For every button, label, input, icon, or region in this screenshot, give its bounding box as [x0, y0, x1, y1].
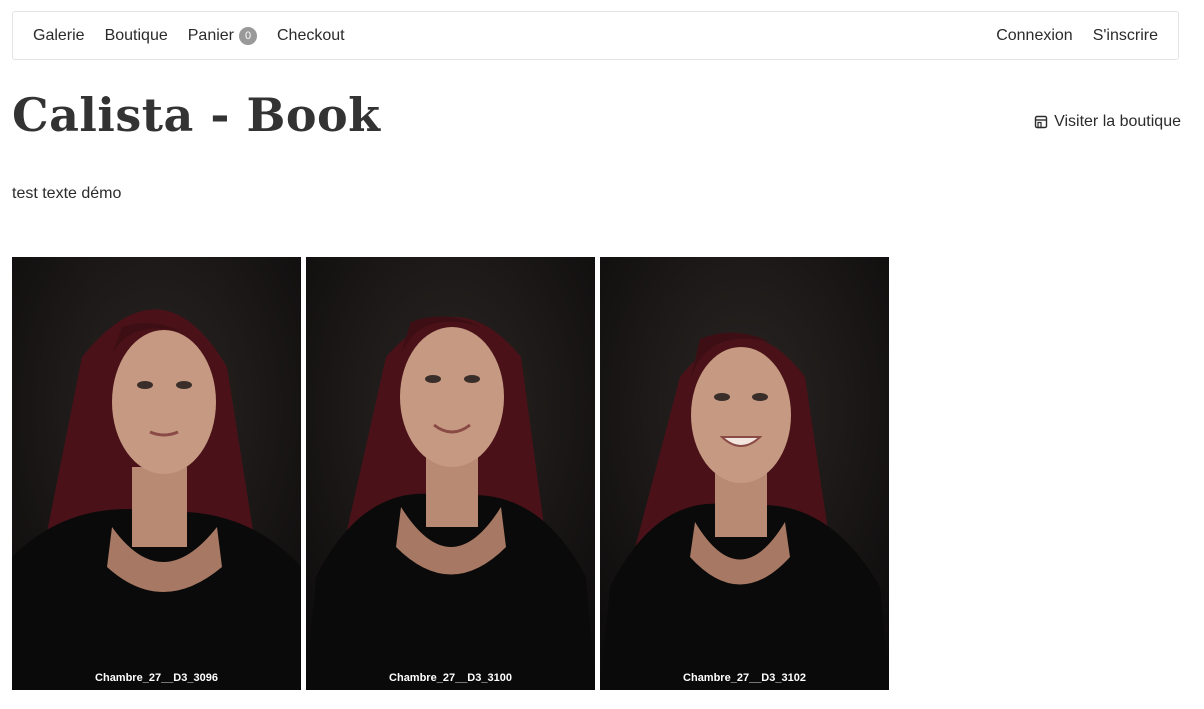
login-link[interactable]: Connexion — [996, 27, 1073, 45]
nav-panier-link[interactable]: Panier 0 — [187, 26, 257, 45]
portrait-photo — [12, 257, 301, 690]
gallery-description: test texte démo — [12, 185, 122, 202]
nav-boutique-link[interactable]: Boutique — [105, 27, 168, 45]
photo-gallery: Chambre_27__D3_3096 Chambre_27__D3_3100 — [12, 257, 894, 690]
portrait-photo — [306, 257, 595, 690]
visit-shop-link[interactable]: Visiter la boutique — [1034, 113, 1181, 131]
nav-checkout-link[interactable]: Checkout — [277, 27, 345, 45]
photo-caption: Chambre_27__D3_3096 — [95, 672, 218, 684]
signup-label: S'inscrire — [1092, 26, 1158, 44]
nav-left-group: Galerie Boutique Panier 0 Checkout — [33, 26, 365, 45]
top-navbar: Galerie Boutique Panier 0 Checkout Conne… — [12, 11, 1179, 60]
visit-shop-label: Visiter la boutique — [1054, 113, 1181, 130]
nav-panier-label: Panier — [187, 26, 234, 44]
store-icon — [1034, 115, 1048, 129]
nav-galerie-label: Galerie — [33, 26, 85, 44]
nav-checkout-label: Checkout — [277, 26, 345, 44]
photo-caption: Chambre_27__D3_3102 — [683, 672, 806, 684]
portrait-photo — [600, 257, 889, 690]
nav-boutique-label: Boutique — [104, 26, 168, 44]
nav-right-group: Connexion S'inscrire — [996, 27, 1158, 45]
nav-galerie-link[interactable]: Galerie — [33, 27, 85, 45]
signup-link[interactable]: S'inscrire — [1093, 27, 1158, 45]
photo-thumbnail[interactable]: Chambre_27__D3_3096 — [12, 257, 301, 690]
cart-count-badge: 0 — [239, 26, 257, 45]
photo-caption: Chambre_27__D3_3100 — [389, 672, 512, 684]
photo-thumbnail[interactable]: Chambre_27__D3_3102 — [600, 257, 889, 690]
page-title: Calista - Book — [12, 88, 381, 142]
login-label: Connexion — [996, 26, 1073, 44]
photo-thumbnail[interactable]: Chambre_27__D3_3100 — [306, 257, 595, 690]
